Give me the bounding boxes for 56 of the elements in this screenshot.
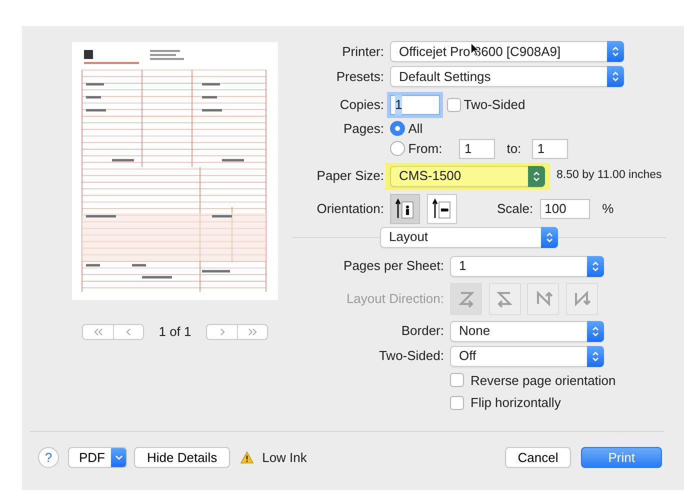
field-label: Two-Sided: [378,347,444,366]
field-label: Pages: [342,120,384,138]
checkbox-label: Reverse page orientation [470,372,616,390]
chevron-left-icon [124,328,134,336]
field-label: Border: [400,322,444,340]
stepper-icon [592,350,599,362]
presets-dropdown[interactable]: Default Settings [390,66,624,87]
field-label: Copies: [338,96,384,114]
checkbox[interactable] [450,373,464,388]
two-sided-dropdown[interactable]: Off [450,346,604,366]
panel-dropdown[interactable]: Layout [380,226,558,248]
copies-field[interactable]: 1 [390,95,440,115]
field-label: Scale: [497,200,534,218]
checkbox[interactable] [450,396,464,410]
last-page-button[interactable] [237,324,267,339]
field-label: Pages per Sheet: [342,257,444,276]
pages-per-sheet-dropdown[interactable]: 1 [450,256,604,276]
scale-field[interactable]: 100 [540,198,590,218]
pdf-menu-button[interactable]: PDF [68,447,127,468]
field-label: Printer: [341,42,384,61]
checkbox-label: Two-Sided [464,96,526,114]
from-field[interactable]: 1 [459,138,496,158]
chevron-down-icon [114,455,122,460]
radio-button[interactable] [390,141,405,156]
field-label: to: [506,140,522,158]
hide-details-button[interactable]: Hide Details [134,447,230,468]
checkbox[interactable] [446,98,460,112]
radio-label: From: [408,140,442,158]
field-label: Presets: [335,68,384,86]
field-label: Layout Direction: [345,290,444,308]
page-count: 1 of 1 [158,323,192,341]
paper-size-dropdown[interactable]: CMS-1500 [390,166,545,186]
stepper-icon [612,71,619,82]
warning-text: Low Ink [262,448,307,467]
border-dropdown[interactable]: None [450,320,604,342]
cancel-button[interactable]: Cancel [504,447,572,468]
radio-label: All [408,120,423,138]
field-label: Orientation: [316,200,384,218]
portrait-orientation-button[interactable] [390,194,420,224]
warning-icon [240,451,254,464]
stepper-icon [546,232,553,242]
help-button[interactable]: ? [38,447,59,468]
field-label: Paper Size: [316,167,384,186]
double-chevron-left-icon [93,328,103,336]
radio-button[interactable] [390,121,405,136]
previous-page-button[interactable] [113,324,143,339]
double-chevron-right-icon [248,328,258,336]
paper-dimensions: 8.50 by 11.00 inches [556,168,662,184]
checkbox-label: Flip horizontally [470,394,561,412]
landscape-orientation-button[interactable] [426,194,456,224]
unit-label: % [602,200,614,218]
stepper-icon [592,326,599,336]
to-field[interactable]: 1 [532,138,568,158]
stepper-icon [533,170,540,182]
stepper-icon [592,260,599,272]
stepper-icon [612,46,619,57]
